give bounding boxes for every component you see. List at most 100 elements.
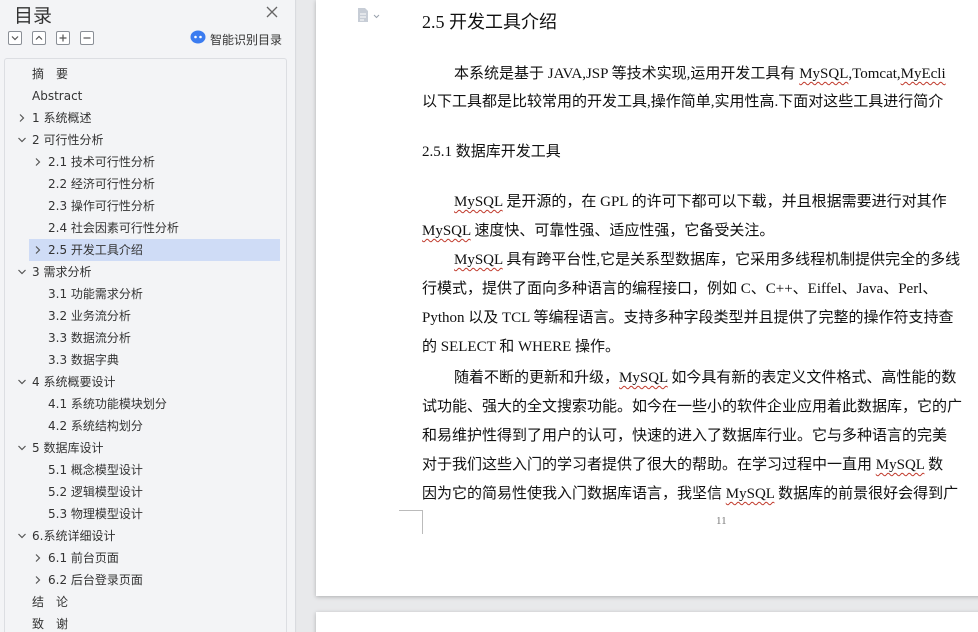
spellcheck-flagged-word: MySQL (799, 66, 849, 82)
toc-item[interactable]: 3.3 数据流分析 (5, 327, 286, 349)
chevron-down-icon[interactable] (17, 531, 27, 541)
text-run: 以下工具都是比较常用的开发工具,操作简单,实用性高.下面对这些工具进行简介 (422, 94, 944, 110)
paragraph-line[interactable]: MySQL 速度快、可靠性强、适应性强，它备受关注。 (422, 219, 774, 240)
close-icon[interactable] (263, 3, 281, 21)
toc-item[interactable]: 5.3 物理模型设计 (5, 503, 286, 525)
toc-item[interactable]: 4.1 系统功能模块划分 (5, 393, 286, 415)
chevron-right-icon[interactable] (17, 113, 27, 123)
toc-item[interactable]: 1 系统概述 (5, 107, 286, 129)
toc-item[interactable]: 6.1 前台页面 (5, 547, 286, 569)
paragraph-line[interactable]: 试功能、强大的全文搜索功能。如今在一些小的软件企业应用着此数据库，它的广 (422, 395, 962, 416)
chevron-down-icon[interactable] (17, 267, 27, 277)
toc-item-label: 3.1 功能需求分析 (48, 287, 143, 301)
toc-item[interactable]: 3.1 功能需求分析 (5, 283, 286, 305)
chevron-right-icon[interactable] (33, 575, 43, 585)
toc-item[interactable]: 3.2 业务流分析 (5, 305, 286, 327)
document-menu-icon[interactable] (354, 7, 384, 23)
toc-item[interactable]: 3 需求分析 (5, 261, 286, 283)
toc-item[interactable]: 2.3 操作可行性分析 (5, 195, 286, 217)
document-page[interactable]: 2.5 开发工具介绍 2.5.1 数据库开发工具 本系统是基于 JAVA,JSP… (316, 0, 978, 596)
smart-recognize-toc-button[interactable]: 智能识别目录 (190, 30, 283, 47)
toc-item[interactable]: 2.4 社会因素可行性分析 (5, 217, 286, 239)
toc-item-label: 2 可行性分析 (32, 133, 104, 147)
spellcheck-flagged-word: MySQL (619, 370, 668, 386)
spellcheck-flagged-word: MySQL (454, 252, 503, 268)
paragraph-line[interactable]: 随着不断的更新和升级，MySQL 如今具有新的表定义文件格式、高性能的数 (454, 366, 956, 387)
paragraph-line[interactable]: 和易维护性得到了用户的认可，快速的进入了数据库行业。它与多种语言的完美 (422, 424, 947, 445)
toc-item[interactable]: 5.1 概念模型设计 (5, 459, 286, 481)
toc-item[interactable]: 2.5 开发工具介绍 (29, 239, 280, 261)
smart-recognize-label: 智能识别目录 (210, 32, 283, 47)
toc-item-label: 6.系统详细设计 (32, 529, 116, 543)
toc-item[interactable]: 6.系统详细设计 (5, 525, 286, 547)
toc-item[interactable]: 6.2 后台登录页面 (5, 569, 286, 591)
text-run: 因为它的简易性使我入门数据库语言，我坚信 (422, 486, 726, 502)
nav-title: 目录 (14, 5, 53, 27)
text-run: 的 SELECT 和 WHERE 操作。 (422, 339, 621, 355)
paragraph-line[interactable]: 行模式，提供了面向多种语言的编程接口，例如 C、C++、Eiffel、Java、… (422, 277, 937, 298)
chevron-right-icon[interactable] (33, 157, 43, 167)
expand-all-icon[interactable] (32, 31, 46, 45)
paragraph-line[interactable]: 对于我们这些入门的学习者提供了很大的帮助。在学习过程中一直用 MySQL 数 (422, 453, 943, 474)
text-run: 数 (924, 457, 944, 473)
toc-item[interactable]: 4.2 系统结构划分 (5, 415, 286, 437)
page-corner-mark (399, 510, 423, 534)
paragraph-line[interactable]: Python 以及 TCL 等编程语言。支持多种字段类型并且提供了完整的操作符支… (422, 306, 954, 327)
spellcheck-flagged-word: MySQL (725, 486, 775, 502)
toc-list: 摘 要 Abstract 1 系统概述 2 可行性分析 2.1 技术可行性分析 2.2 经… (4, 58, 287, 632)
text-run: 对于我们这些入门的学习者提供了很大的帮助。在学习过程中一直用 (422, 457, 876, 473)
toc-item[interactable]: 4 系统概要设计 (5, 371, 286, 393)
toc-item-label: 3.2 业务流分析 (48, 309, 131, 323)
text-run: 是开源的，在 GPL 的许可下都可以下载，并且根据需要进行对其作 (502, 194, 947, 210)
paragraph-line[interactable]: 因为它的简易性使我入门数据库语言，我坚信 MySQL 数据库的前景很好会得到广 (422, 482, 958, 503)
toc-item-label: 2.1 技术可行性分析 (48, 155, 155, 169)
section-heading[interactable]: 2.5 开发工具介绍 (422, 8, 557, 34)
toc-item-label: 5.2 逻辑模型设计 (48, 485, 143, 499)
toc-item-label: 1 系统概述 (32, 111, 92, 125)
toc-item[interactable]: 3.3 数据字典 (5, 349, 286, 371)
chevron-right-icon[interactable] (33, 245, 43, 255)
remove-heading-icon[interactable] (80, 31, 94, 45)
next-page[interactable] (316, 612, 978, 632)
text-run: 试功能、强大的全文搜索功能。如今在一些小的软件企业应用着此数据库，它的广 (422, 399, 963, 415)
collapse-all-icon[interactable] (8, 31, 22, 45)
toc-item[interactable]: 2.1 技术可行性分析 (5, 151, 286, 173)
toc-item[interactable]: Abstract (5, 85, 286, 107)
chevron-right-icon[interactable] (33, 553, 43, 563)
subsection-heading[interactable]: 2.5.1 数据库开发工具 (422, 140, 561, 161)
paragraph-line[interactable]: 本系统是基于 JAVA,JSP 等技术实现,运用开发工具有 MySQL,Tomc… (454, 62, 946, 83)
chevron-down-icon[interactable] (17, 377, 27, 387)
text-run: 本系统是基于 JAVA,JSP 等技术实现,运用开发工具有 (454, 66, 800, 82)
toc-item[interactable]: 2 可行性分析 (5, 129, 286, 151)
text-run: 行模式，提供了面向多种语言的编程接口，例如 C、C++、Eiffel、Java、… (422, 281, 938, 297)
toc-item[interactable]: 结 论 (5, 591, 286, 613)
chevron-down-icon[interactable] (17, 135, 27, 145)
toc-item[interactable]: 2.2 经济可行性分析 (5, 173, 286, 195)
toc-item-label: 3.3 数据流分析 (48, 331, 131, 345)
paragraph-line[interactable]: 的 SELECT 和 WHERE 操作。 (422, 335, 620, 356)
toc-item-label: 摘 要 (32, 67, 69, 81)
toc-item[interactable]: 5 数据库设计 (5, 437, 286, 459)
spellcheck-flagged-word: MySQL (875, 457, 925, 473)
toc-item-label: 6.1 前台页面 (48, 551, 119, 565)
toc-item-label: 4.1 系统功能模块划分 (48, 397, 167, 411)
text-run: 数据库的前景很好会得到广 (774, 486, 959, 502)
paragraph-line[interactable]: 以下工具都是比较常用的开发工具,操作简单,实用性高.下面对这些工具进行简介 (422, 90, 943, 111)
toc-item[interactable]: 摘 要 (5, 63, 286, 85)
spellcheck-flagged-word: MySQL (454, 194, 503, 210)
document-area[interactable]: 2.5 开发工具介绍 2.5.1 数据库开发工具 本系统是基于 JAVA,JSP… (297, 0, 978, 632)
text-run: 和易维护性得到了用户的认可，快速的进入了数据库行业。它与多种语言的完美 (422, 428, 948, 444)
toc-item-label: Abstract (32, 89, 83, 103)
toc-item-label: 5 数据库设计 (32, 441, 104, 455)
chevron-down-icon[interactable] (17, 443, 27, 453)
spellcheck-flagged-word: MyEcli (900, 66, 946, 82)
toc-item-label: 2.2 经济可行性分析 (48, 177, 155, 191)
toc-item-label: 2.5 开发工具介绍 (48, 243, 143, 257)
text-run: ,Tomcat, (848, 66, 901, 82)
toc-item-label: 3.3 数据字典 (48, 353, 119, 367)
toc-item[interactable]: 致 谢 (5, 613, 286, 632)
paragraph-line[interactable]: MySQL 是开源的，在 GPL 的许可下都可以下载，并且根据需要进行对其作 (454, 190, 947, 211)
toc-item[interactable]: 5.2 逻辑模型设计 (5, 481, 286, 503)
paragraph-line[interactable]: MySQL 具有跨平台性,它是关系型数据库，它采用多线程机制提供完全的多线 (454, 248, 960, 269)
add-heading-icon[interactable] (56, 31, 70, 45)
